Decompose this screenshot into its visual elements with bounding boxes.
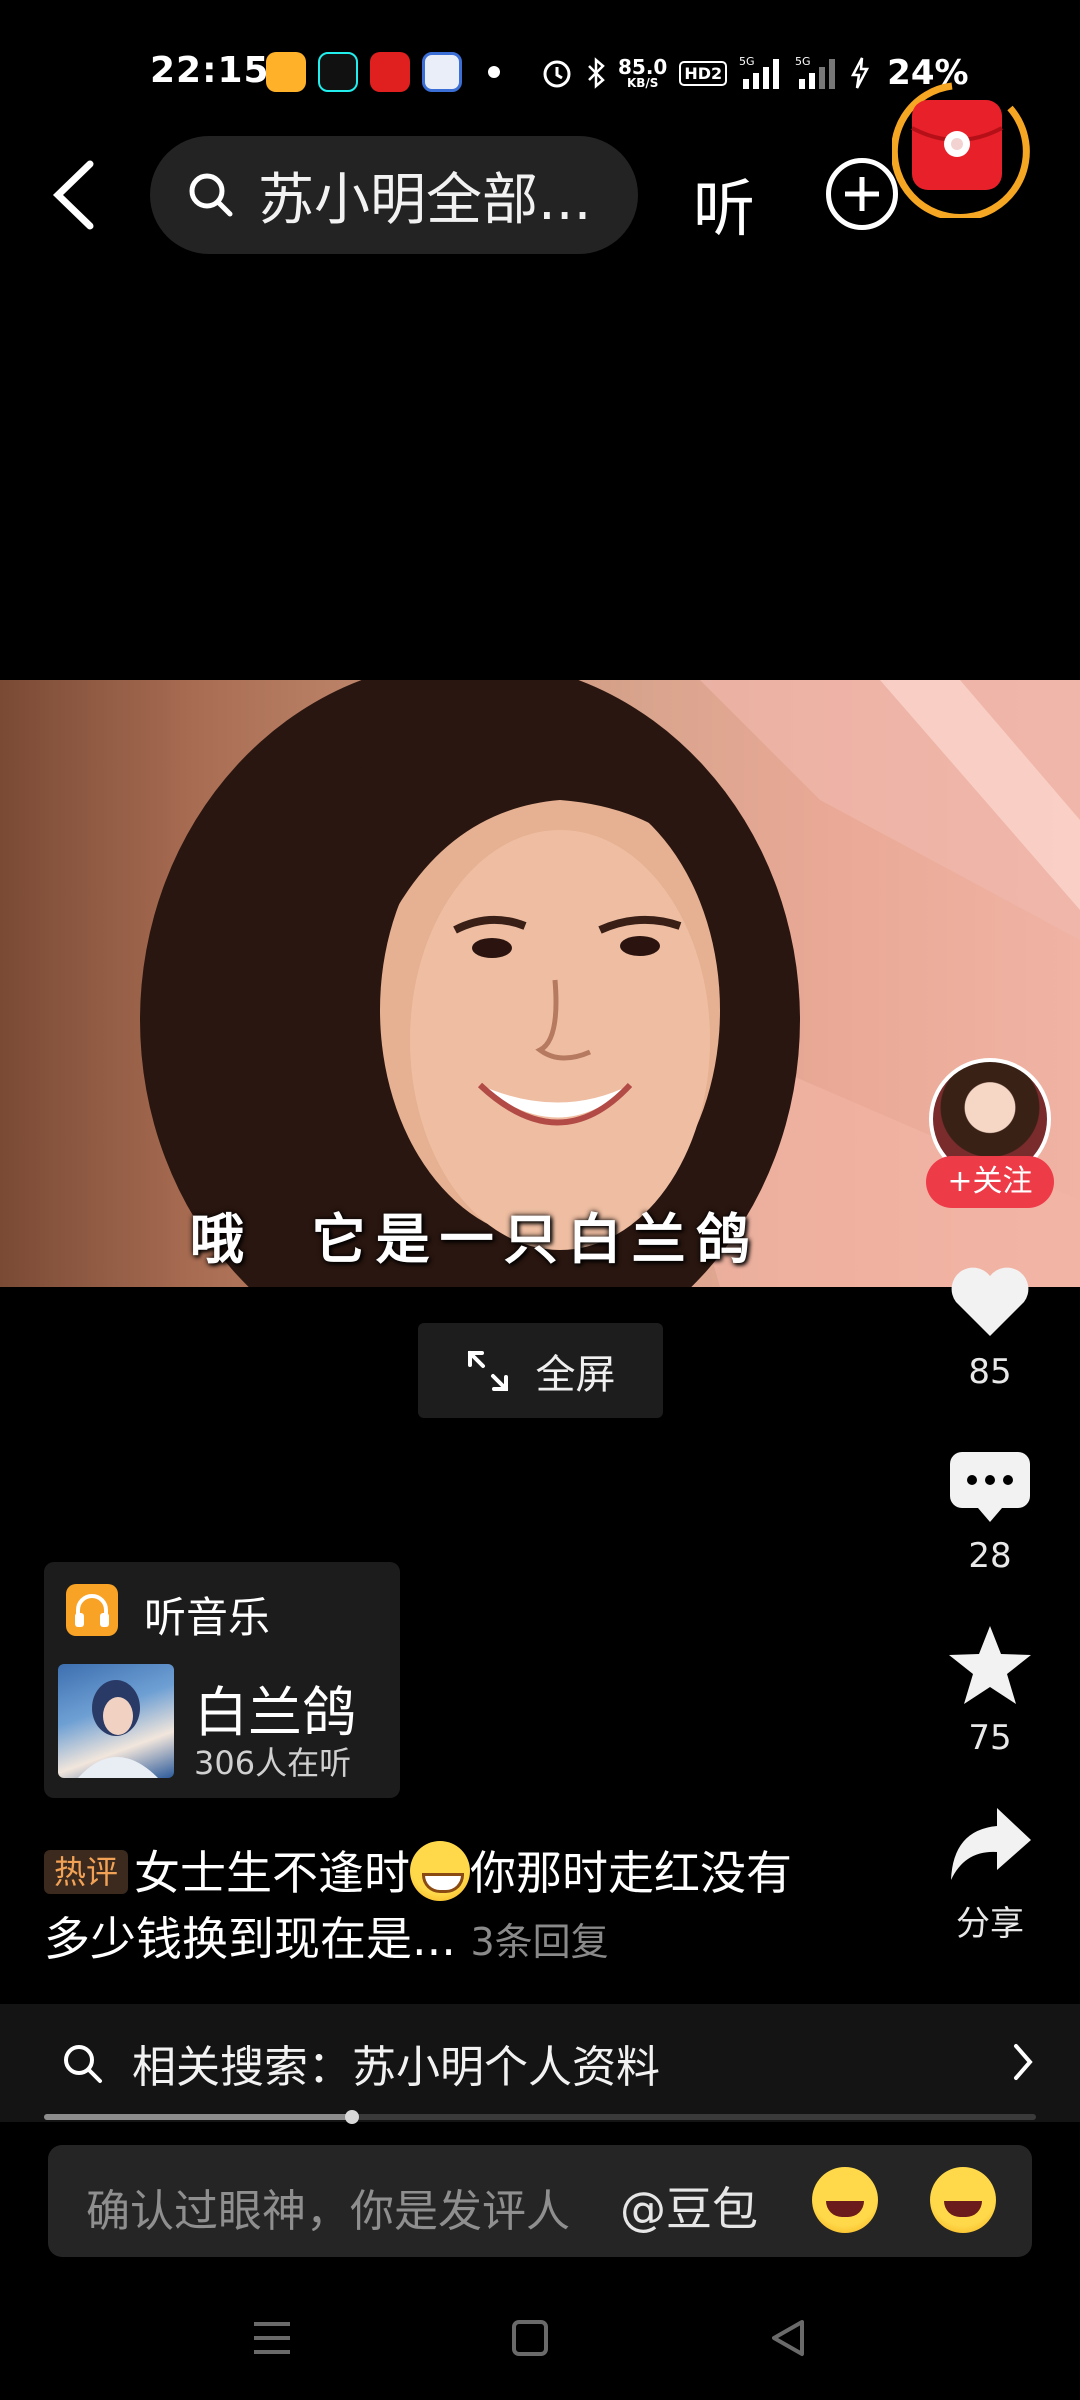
search-query: 苏小明全部... — [258, 167, 592, 233]
comment-text-part1: 女士生不逢时 — [134, 1846, 411, 1900]
menu-icon[interactable] — [250, 2318, 294, 2358]
search-icon — [64, 2045, 102, 2083]
video-progress[interactable] — [44, 2110, 1036, 2124]
signal-5g-icon: 5G — [795, 55, 836, 89]
dot-icon — [488, 66, 500, 78]
back-button[interactable] — [40, 150, 110, 240]
listen-button[interactable]: 听 — [693, 158, 755, 248]
hd-badge: HD2 — [679, 60, 728, 86]
share-action[interactable]: 分享 — [920, 1804, 1060, 1945]
expand-icon — [467, 1350, 508, 1391]
weibo-icon — [266, 52, 306, 92]
like-count: 85 — [968, 1352, 1012, 1392]
music-card-title: 听音乐 — [144, 1593, 271, 1642]
plus-circle-icon[interactable] — [826, 158, 898, 230]
status-time: 22:15 — [150, 50, 270, 91]
chevron-left-icon — [52, 160, 94, 230]
related-search-text: 相关搜索：苏小明个人资料 — [132, 2042, 660, 2093]
video-player[interactable]: 哦 它是一只白兰鸽 — [0, 680, 1080, 1287]
comment-icon[interactable] — [948, 1450, 1032, 1524]
like-action[interactable]: 85 — [920, 1264, 1060, 1392]
search-icon — [189, 173, 233, 217]
system-nav-bar — [0, 2290, 1080, 2400]
star-icon[interactable] — [947, 1624, 1033, 1706]
comment-input[interactable]: 确认过眼神，你是发评人 @豆包 — [48, 2145, 1032, 2257]
music-card[interactable]: 听音乐 白兰鸽 306人在听 — [44, 1562, 400, 1798]
reply-count[interactable]: 3条回复 — [471, 1920, 609, 1964]
song-title: 白兰鸽 — [194, 1681, 356, 1744]
headphones-icon — [66, 1584, 118, 1636]
comment-count: 28 — [968, 1536, 1012, 1576]
mention-button[interactable]: @豆包 — [620, 2173, 758, 2239]
alarm-icon — [543, 60, 571, 88]
signal-5g-icon: 5G — [739, 55, 780, 89]
chevron-right-icon — [1014, 2044, 1033, 2080]
search-bar[interactable]: 苏小明全部... — [150, 136, 638, 254]
app-red-icon — [370, 52, 410, 92]
charging-icon — [851, 57, 870, 89]
bluetooth-icon — [588, 57, 605, 89]
svg-text:5G: 5G — [739, 55, 755, 68]
fullscreen-label: 全屏 — [535, 1351, 616, 1398]
creator: +关注 — [920, 1050, 1060, 1208]
fullscreen-button[interactable]: 全屏 — [418, 1323, 663, 1418]
follow-button[interactable]: +关注 — [926, 1156, 1054, 1208]
tears-of-joy-emoji-icon[interactable] — [930, 2167, 996, 2233]
album-cover — [58, 1664, 174, 1778]
share-label: 分享 — [956, 1904, 1024, 1944]
progress-fill — [44, 2114, 352, 2120]
favorite-action[interactable]: 75 — [920, 1624, 1060, 1758]
related-search[interactable]: 相关搜索：苏小明个人资料 — [0, 2004, 1080, 2122]
hot-comment[interactable]: 热评 女士生不逢时 你那时走红没有多少钱换到现在是... 3条回复 — [44, 1840, 824, 1975]
red-packet-icon[interactable] — [890, 78, 1032, 221]
share-icon[interactable] — [947, 1804, 1033, 1884]
back-triangle-icon[interactable] — [768, 2318, 808, 2358]
progress-knob[interactable] — [344, 2110, 359, 2124]
hot-badge: 热评 — [44, 1850, 129, 1894]
laughing-emoji-icon[interactable] — [812, 2167, 878, 2233]
app-blue-icon — [422, 52, 462, 92]
heart-icon[interactable] — [948, 1264, 1032, 1340]
home-icon[interactable] — [510, 2318, 550, 2358]
favorite-count: 75 — [968, 1718, 1012, 1758]
net-speed: 85.0 KB/S — [618, 55, 668, 90]
svg-text:5G: 5G — [795, 55, 811, 68]
comment-action[interactable]: 28 — [920, 1450, 1060, 1576]
comment-placeholder: 确认过眼神，你是发评人 — [86, 2186, 570, 2237]
tiktok-icon — [318, 52, 358, 92]
listener-count: 306人在听 — [194, 1744, 352, 1782]
video-subtitle: 哦 它是一只白兰鸽 — [190, 1207, 760, 1271]
grin-emoji-icon — [410, 1841, 471, 1901]
